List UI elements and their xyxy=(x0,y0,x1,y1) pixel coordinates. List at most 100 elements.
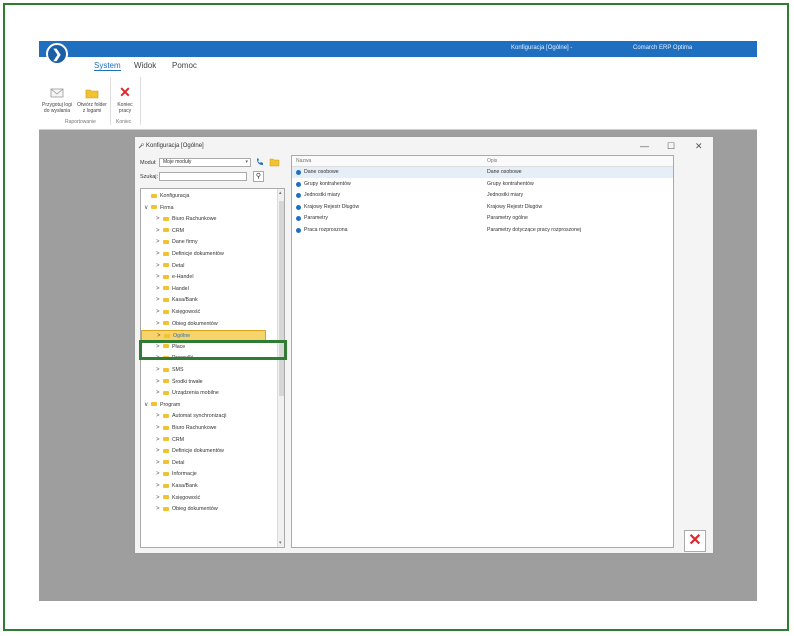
item-name: Krajowy Rejestr Długów xyxy=(304,203,360,210)
chevron-down-icon[interactable]: ∨ xyxy=(144,203,151,214)
close-dialog-button[interactable]: ✕ xyxy=(684,530,706,552)
tree-node[interactable]: > Kasa/Bank xyxy=(156,295,198,306)
tree-node[interactable]: > Detal xyxy=(156,458,184,469)
scrollbar-thumb[interactable] xyxy=(279,201,284,396)
folder-icon[interactable] xyxy=(269,157,280,167)
tree-node[interactable]: > Księgowość xyxy=(156,493,200,504)
tree-node[interactable]: > Księgowość xyxy=(156,307,200,318)
tree-node[interactable]: > Definicje dokumentów xyxy=(156,249,224,260)
chevron-right-icon[interactable]: > xyxy=(156,226,163,237)
chevron-right-icon[interactable]: > xyxy=(156,377,163,388)
tree-scrollbar[interactable]: ▴ ▾ xyxy=(277,189,284,547)
list-item[interactable]: Praca rozproszona Parametry dotyczące pra… xyxy=(292,225,673,236)
tree-node[interactable]: > Biuro Rachunkowe xyxy=(156,423,216,434)
chevron-right-icon[interactable]: > xyxy=(156,493,163,504)
tree-node[interactable]: > Obieg dokumentów xyxy=(156,504,218,515)
chevron-right-icon[interactable]: > xyxy=(156,249,163,260)
list-item[interactable]: Dane osobowe Dane osobowe xyxy=(292,167,673,178)
chevron-right-icon[interactable]: > xyxy=(156,481,163,492)
menu-pomoc[interactable]: Pomoc xyxy=(172,61,197,70)
phone-icon[interactable] xyxy=(255,157,265,167)
tree-node-label: Księgowość xyxy=(172,494,201,501)
title-bar: Konfiguracja [Ogólne] - Comarch ERP Opti… xyxy=(39,41,757,57)
minimize-button[interactable]: — xyxy=(640,141,649,151)
tree-node[interactable]: > Dane firmy xyxy=(156,237,198,248)
prepare-logs-label: Przygotuj logi do wysłania xyxy=(41,102,72,114)
chevron-right-icon[interactable]: > xyxy=(156,284,163,295)
chevron-right-icon[interactable]: > xyxy=(156,319,163,330)
close-window-button[interactable]: ✕ xyxy=(695,141,703,152)
item-name: Grupy kontrahentów xyxy=(304,180,351,187)
scroll-down-icon[interactable]: ▾ xyxy=(279,540,282,546)
tree-node[interactable]: > Automat synchronizacji xyxy=(156,411,226,422)
item-description: Parametry ogólne xyxy=(487,215,528,221)
list-item[interactable]: Parametry Parametry ogólne xyxy=(292,213,673,224)
tree-node-label: CRM xyxy=(172,436,185,443)
chevron-right-icon[interactable]: > xyxy=(156,504,163,515)
chevron-right-icon[interactable]: > xyxy=(156,307,163,318)
settings-list: Nazwa Opis Dane osobowe Dane osobowe Grupy… xyxy=(291,155,674,548)
tree-node[interactable]: > Handel xyxy=(156,284,189,295)
tree-node[interactable]: > Informacje xyxy=(156,469,197,480)
menu-system[interactable]: System xyxy=(94,61,121,71)
tree-node[interactable]: > Środki trwałe xyxy=(156,377,203,388)
menu-widok[interactable]: Widok xyxy=(134,61,156,70)
tree-node[interactable]: > Urządzenia mobilne xyxy=(156,388,219,399)
item-description: Grupy kontrahentów xyxy=(487,180,534,187)
tree-node[interactable]: ∨ Program xyxy=(144,400,180,411)
folder-icon xyxy=(163,251,169,256)
chevron-right-icon[interactable]: > xyxy=(156,388,163,399)
chevron-right-icon[interactable]: > xyxy=(156,446,163,457)
scroll-up-icon[interactable]: ▴ xyxy=(279,190,282,196)
tree-node[interactable]: > Detal xyxy=(156,261,184,272)
list-item[interactable]: Krajowy Rejestr Długów Krajowy Rejestr Dł… xyxy=(292,202,673,213)
tree-node[interactable]: > e-Handel xyxy=(156,272,194,283)
chevron-right-icon[interactable]: > xyxy=(156,469,163,480)
col-header-name[interactable]: Nazwa xyxy=(296,156,311,166)
chevron-right-icon[interactable]: > xyxy=(156,237,163,248)
module-value: Moje moduły xyxy=(163,159,192,165)
item-bullet-icon xyxy=(296,204,301,210)
list-item[interactable]: Grupy kontrahentów Grupy kontrahentów xyxy=(292,179,673,190)
chevron-right-icon[interactable]: > xyxy=(156,365,163,376)
chevron-right-icon[interactable]: > xyxy=(156,411,163,422)
tree-node[interactable]: > Obieg dokumentów xyxy=(156,319,218,330)
folder-icon xyxy=(163,448,169,453)
folder-icon xyxy=(163,239,169,244)
tree-node[interactable]: > Definicje dokumentów xyxy=(156,446,224,457)
search-button[interactable]: ⚲ xyxy=(253,171,264,182)
item-bullet-icon xyxy=(296,193,301,198)
outer-frame: Konfiguracja [Ogólne] - Comarch ERP Opti… xyxy=(3,3,789,631)
chevron-right-icon[interactable]: > xyxy=(156,261,163,272)
chevron-down-icon[interactable]: ∨ xyxy=(144,400,151,411)
chevron-right-icon[interactable]: > xyxy=(156,214,163,225)
prepare-logs-button[interactable]: Przygotuj logi do wysłania xyxy=(41,87,73,114)
tree-node[interactable]: > CRM xyxy=(156,435,184,446)
chevron-right-icon[interactable]: > xyxy=(156,295,163,306)
app-logo-icon[interactable]: ❯ xyxy=(46,43,68,65)
chevron-right-icon[interactable]: > xyxy=(156,458,163,469)
list-item[interactable]: Jednostki miary Jednostki miary xyxy=(292,190,673,201)
exit-button[interactable]: ✕ Koniec pracy xyxy=(112,85,138,114)
tree-node[interactable]: Konfiguracja xyxy=(144,191,189,202)
maximize-button[interactable]: ☐ xyxy=(667,141,675,152)
tree-node[interactable]: > Biuro Rachunkowe xyxy=(156,214,216,225)
col-header-desc[interactable]: Opis xyxy=(487,156,497,166)
open-log-folder-button[interactable]: Otwórz folder z logami xyxy=(76,87,108,114)
tree-node[interactable]: > Kasa/Bank xyxy=(156,481,198,492)
tree-node[interactable]: > CRM xyxy=(156,226,184,237)
folder-icon xyxy=(163,460,169,465)
chevron-right-icon[interactable]: > xyxy=(156,272,163,283)
chevron-right-icon[interactable]: > xyxy=(156,423,163,434)
item-name: Dane osobowe xyxy=(304,169,339,175)
tree-node-label: Urządzenia mobilne xyxy=(172,390,219,397)
module-select[interactable]: Moje moduły ▾ xyxy=(159,158,251,167)
config-tree[interactable]: ▴ ▾ Konfiguracja ∨ Firma > Biuro Rachunkowe >… xyxy=(140,188,285,548)
ribbon-divider xyxy=(110,77,111,125)
search-input[interactable] xyxy=(159,172,247,181)
chevron-right-icon[interactable]: > xyxy=(156,435,163,446)
item-description: Parametry dotyczące pracy rozproszonej xyxy=(487,226,581,233)
item-description: Krajowy Rejestr Długów xyxy=(487,203,543,210)
tree-node[interactable]: > SMS xyxy=(156,365,183,376)
tree-node[interactable]: ∨ Firma xyxy=(144,203,174,214)
